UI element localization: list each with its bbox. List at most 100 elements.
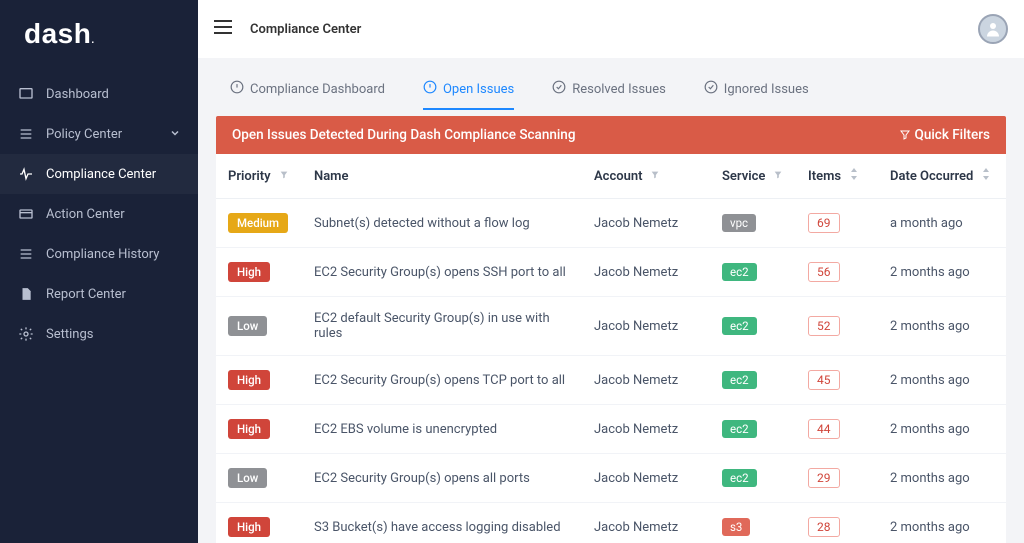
tab-icon [423,80,437,98]
items-count: 69 [808,213,840,233]
hamburger-menu-icon[interactable] [214,20,232,38]
table-row[interactable]: HighS3 Bucket(s) have access logging dis… [216,503,1006,543]
sidebar-item-label: Compliance History [46,247,159,262]
col-service: Service [722,169,765,184]
col-account: Account [594,169,642,184]
sort-icon[interactable] [981,168,991,184]
account-name: Jacob Nemetz [582,454,710,503]
tab-label: Resolved Issues [572,82,666,97]
priority-pill: Low [228,468,267,488]
filter-icon[interactable] [773,169,783,184]
sidebar-item-compliance-history[interactable]: Compliance History [0,234,198,274]
sidebar-item-label: Settings [46,327,93,342]
tab-open-issues[interactable]: Open Issues [423,80,514,110]
nav-icon [18,326,34,342]
date-occurred: a month ago [878,199,1006,248]
col-date: Date Occurred [890,169,973,184]
chevron-down-icon [170,127,180,142]
priority-pill: Medium [228,213,288,233]
service-badge: ec2 [722,263,757,281]
sort-icon[interactable] [849,168,859,184]
tab-ignored-issues[interactable]: Ignored Issues [704,80,809,110]
nav-icon [18,206,34,222]
sidebar-item-policy-center[interactable]: Policy Center [0,114,198,154]
sidebar-nav: Dashboard Policy Center Compliance Center A… [0,74,198,354]
filter-icon [899,129,911,141]
filter-icon[interactable] [650,169,660,184]
sidebar-item-report-center[interactable]: Report Center [0,274,198,314]
tab-label: Open Issues [443,82,514,97]
issues-panel: Open Issues Detected During Dash Complia… [216,116,1006,543]
panel-title: Open Issues Detected During Dash Complia… [232,127,575,143]
priority-pill: Low [228,316,267,336]
service-badge: ec2 [722,371,757,389]
col-items: Items [808,169,841,184]
items-count: 56 [808,262,840,282]
table-row[interactable]: Low EC2 default Security Group(s) in use … [216,297,1006,356]
items-count: 44 [808,419,840,439]
table-row[interactable]: HighEC2 Security Group(s) opens TCP port… [216,356,1006,405]
date-occurred: 2 months ago [878,503,1006,543]
date-occurred: 2 months ago [878,405,1006,454]
items-count: 29 [808,468,840,488]
date-occurred: 2 months ago [878,454,1006,503]
sidebar-item-label: Dashboard [46,87,109,102]
sidebar-item-action-center[interactable]: Action Center [0,194,198,234]
tab-icon [552,80,566,98]
col-priority: Priority [228,169,271,184]
issue-name: Subnet(s) detected without a flow log [302,199,582,248]
sidebar-item-dashboard[interactable]: Dashboard [0,74,198,114]
issue-name: EC2 Security Group(s) opens SSH port to … [302,248,582,297]
date-occurred: 2 months ago [878,248,1006,297]
account-name: Jacob Nemetz [582,297,710,356]
sidebar-item-label: Compliance Center [46,167,156,182]
tab-strip: Compliance Dashboard Open Issues Resolved … [216,72,1006,110]
priority-pill: High [228,419,270,439]
sidebar-item-label: Policy Center [46,127,122,142]
service-badge: ec2 [722,317,757,335]
service-badge: ec2 [722,469,757,487]
sidebar-item-settings[interactable]: Settings [0,314,198,354]
priority-pill: High [228,262,270,282]
tab-icon [230,80,244,98]
issues-table: Priority Name Account Service Items Date… [216,154,1006,543]
tab-label: Compliance Dashboard [250,82,385,97]
date-occurred: 2 months ago [878,356,1006,405]
nav-icon [18,166,34,182]
nav-icon [18,126,34,142]
items-count: 52 [808,316,840,336]
tab-resolved-issues[interactable]: Resolved Issues [552,80,666,110]
table-row[interactable]: Medium Subnet(s) detected without a flow … [216,199,1006,248]
items-count: 45 [808,370,840,390]
table-row[interactable]: High EC2 Security Group(s) opens SSH port… [216,248,1006,297]
avatar[interactable] [978,14,1008,44]
issue-name: EC2 Security Group(s) opens all ports [302,454,582,503]
page-title: Compliance Center [250,22,361,37]
sidebar-item-label: Report Center [46,287,126,302]
service-badge: vpc [722,214,756,232]
tab-label: Ignored Issues [724,82,809,97]
brand-logo: dash. [0,0,198,68]
service-badge: s3 [722,518,750,536]
table-row[interactable]: Low EC2 Security Group(s) opens all ports… [216,454,1006,503]
table-row[interactable]: HighEC2 EBS volume is unencryptedJacob N… [216,405,1006,454]
service-badge: ec2 [722,420,757,438]
sidebar-item-label: Action Center [46,207,125,222]
panel-header: Open Issues Detected During Dash Complia… [216,116,1006,154]
filter-icon[interactable] [279,169,289,184]
tab-icon [704,80,718,98]
account-name: Jacob Nemetz [582,503,710,543]
nav-icon [18,246,34,262]
topbar: Compliance Center [198,0,1024,58]
tab-compliance-dashboard[interactable]: Compliance Dashboard [230,80,385,110]
issue-name: EC2 default Security Group(s) in use wit… [302,297,582,356]
issue-name: EC2 EBS volume is unencrypted [302,405,582,454]
nav-icon [18,286,34,302]
sidebar-item-compliance-center[interactable]: Compliance Center [0,154,198,194]
issue-name: S3 Bucket(s) have access logging disable… [302,503,582,543]
items-count: 28 [808,517,840,537]
quick-filters-button[interactable]: Quick Filters [899,127,990,143]
col-name: Name [314,169,348,184]
date-occurred: 2 months ago [878,297,1006,356]
account-name: Jacob Nemetz [582,356,710,405]
